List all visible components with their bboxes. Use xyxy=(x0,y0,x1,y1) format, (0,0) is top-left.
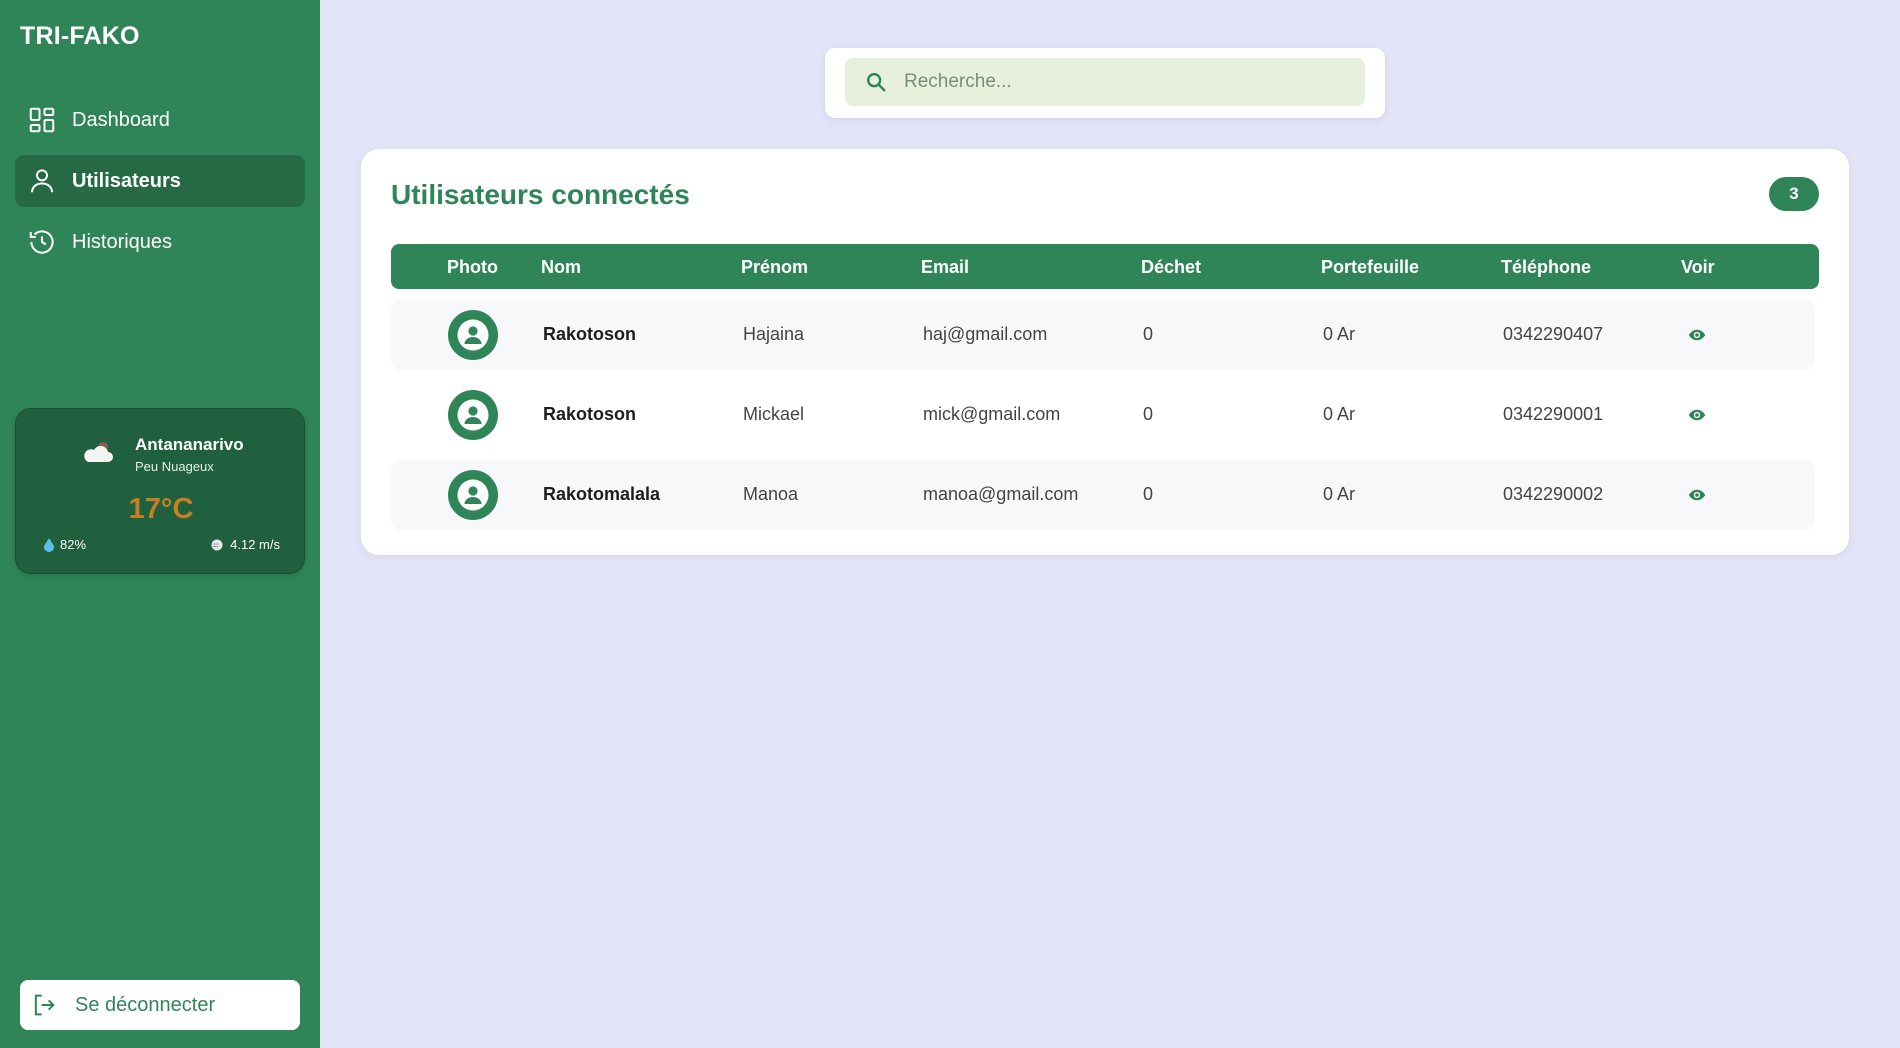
avatar-icon xyxy=(448,310,498,360)
weather-description: Peu Nuageux xyxy=(135,459,214,474)
cell-email: manoa@gmail.com xyxy=(923,484,1079,504)
weather-city: Antananarivo xyxy=(135,435,244,454)
user-count-badge: 3 xyxy=(1769,177,1819,211)
cell-telephone: 0342290002 xyxy=(1503,484,1604,504)
avatar-icon xyxy=(448,470,498,520)
weather-widget: Antananarivo Peu Nuageux 17°C 82% 4.12 m… xyxy=(15,408,305,574)
cell-email: mick@gmail.com xyxy=(923,404,1061,424)
cell-prenom: Hajaina xyxy=(743,324,805,344)
logout-label: Se déconnecter xyxy=(75,993,216,1016)
logout-icon xyxy=(34,994,55,1016)
view-eye-icon[interactable] xyxy=(1688,486,1706,504)
cell-portefeuille: 0 Ar xyxy=(1323,484,1356,504)
cell-nom: Rakotomalala xyxy=(543,484,661,504)
weather-wind: 4.12 m/s xyxy=(210,537,280,552)
sidebar-item-history[interactable]: Historiques xyxy=(15,216,305,268)
cell-prenom: Manoa xyxy=(743,484,799,504)
table-row: Rakotoson Hajaina haj@gmail.com 0 0 Ar 0… xyxy=(391,300,1815,370)
page-title: Utilisateurs connectés xyxy=(391,179,690,210)
cell-telephone: 0342290407 xyxy=(1503,324,1604,344)
main-content: Utilisateurs connectés 3 Photo Nom Préno… xyxy=(320,0,1900,1048)
sidebar: TRI-FAKO Dashboard Utilisateurs Historiq… xyxy=(0,0,320,1048)
view-eye-icon[interactable] xyxy=(1688,326,1706,344)
cell-nom: Rakotoson xyxy=(543,404,637,424)
app-brand: TRI-FAKO xyxy=(20,22,140,50)
sidebar-item-label: Dashboard xyxy=(72,108,170,131)
dashboard-icon xyxy=(29,107,55,133)
search-card xyxy=(825,48,1385,118)
sidebar-item-label: Historiques xyxy=(72,230,173,253)
cell-dechet: 0 xyxy=(1143,324,1154,344)
search-icon xyxy=(867,73,886,92)
sidebar-item-users[interactable]: Utilisateurs xyxy=(15,155,305,207)
cell-nom: Rakotoson xyxy=(543,324,637,344)
cell-prenom: Mickael xyxy=(743,404,805,424)
table-row: Rakotoson Mickael mick@gmail.com 0 0 Ar … xyxy=(391,380,1815,450)
avatar-icon xyxy=(448,390,498,440)
sidebar-item-dashboard[interactable]: Dashboard xyxy=(15,94,305,146)
cell-portefeuille: 0 Ar xyxy=(1323,404,1356,424)
cell-dechet: 0 xyxy=(1143,404,1154,424)
weather-humidity: 82% xyxy=(44,537,86,552)
connected-users-card: Utilisateurs connectés 3 Photo Nom Préno… xyxy=(361,149,1849,555)
user-icon xyxy=(31,169,53,193)
logout-button[interactable]: Se déconnecter xyxy=(20,980,300,1030)
history-icon xyxy=(29,230,54,254)
table-header: Photo Nom Prénom Email Déchet Portefeuil… xyxy=(391,244,1819,289)
table-row: Rakotomalala Manoa manoa@gmail.com 0 0 A… xyxy=(391,460,1815,530)
wind-icon xyxy=(211,539,223,550)
column-header-voir: Voir xyxy=(1681,257,1715,277)
table-body: Rakotoson Hajaina haj@gmail.com 0 0 Ar 0… xyxy=(391,300,1815,540)
column-header-nom: Nom xyxy=(541,257,581,277)
cell-telephone: 0342290001 xyxy=(1503,404,1604,424)
cell-portefeuille: 0 Ar xyxy=(1323,324,1356,344)
sidebar-nav: Dashboard Utilisateurs Historiques xyxy=(15,94,305,277)
search-box xyxy=(845,58,1365,106)
sidebar-item-label: Utilisateurs xyxy=(72,169,181,192)
column-header-prenom: Prénom xyxy=(741,257,809,277)
column-header-email: Email xyxy=(921,257,970,277)
column-header-dechet: Déchet xyxy=(1141,257,1202,277)
column-header-portefeuille: Portefeuille xyxy=(1321,257,1420,277)
humidity-value: 82% xyxy=(60,537,87,552)
cloud-icon xyxy=(84,442,113,462)
column-header-telephone: Téléphone xyxy=(1501,257,1592,277)
search-input[interactable] xyxy=(904,71,1344,93)
column-header-photo: Photo xyxy=(447,257,498,277)
cell-email: haj@gmail.com xyxy=(923,324,1048,344)
cell-dechet: 0 xyxy=(1143,484,1154,504)
view-eye-icon[interactable] xyxy=(1688,406,1706,424)
app-root: TRI-FAKO Dashboard Utilisateurs Historiq… xyxy=(0,0,1900,1048)
wind-value: 4.12 m/s xyxy=(230,537,280,552)
droplet-icon xyxy=(44,537,54,552)
weather-temperature: 17°C xyxy=(128,493,194,525)
